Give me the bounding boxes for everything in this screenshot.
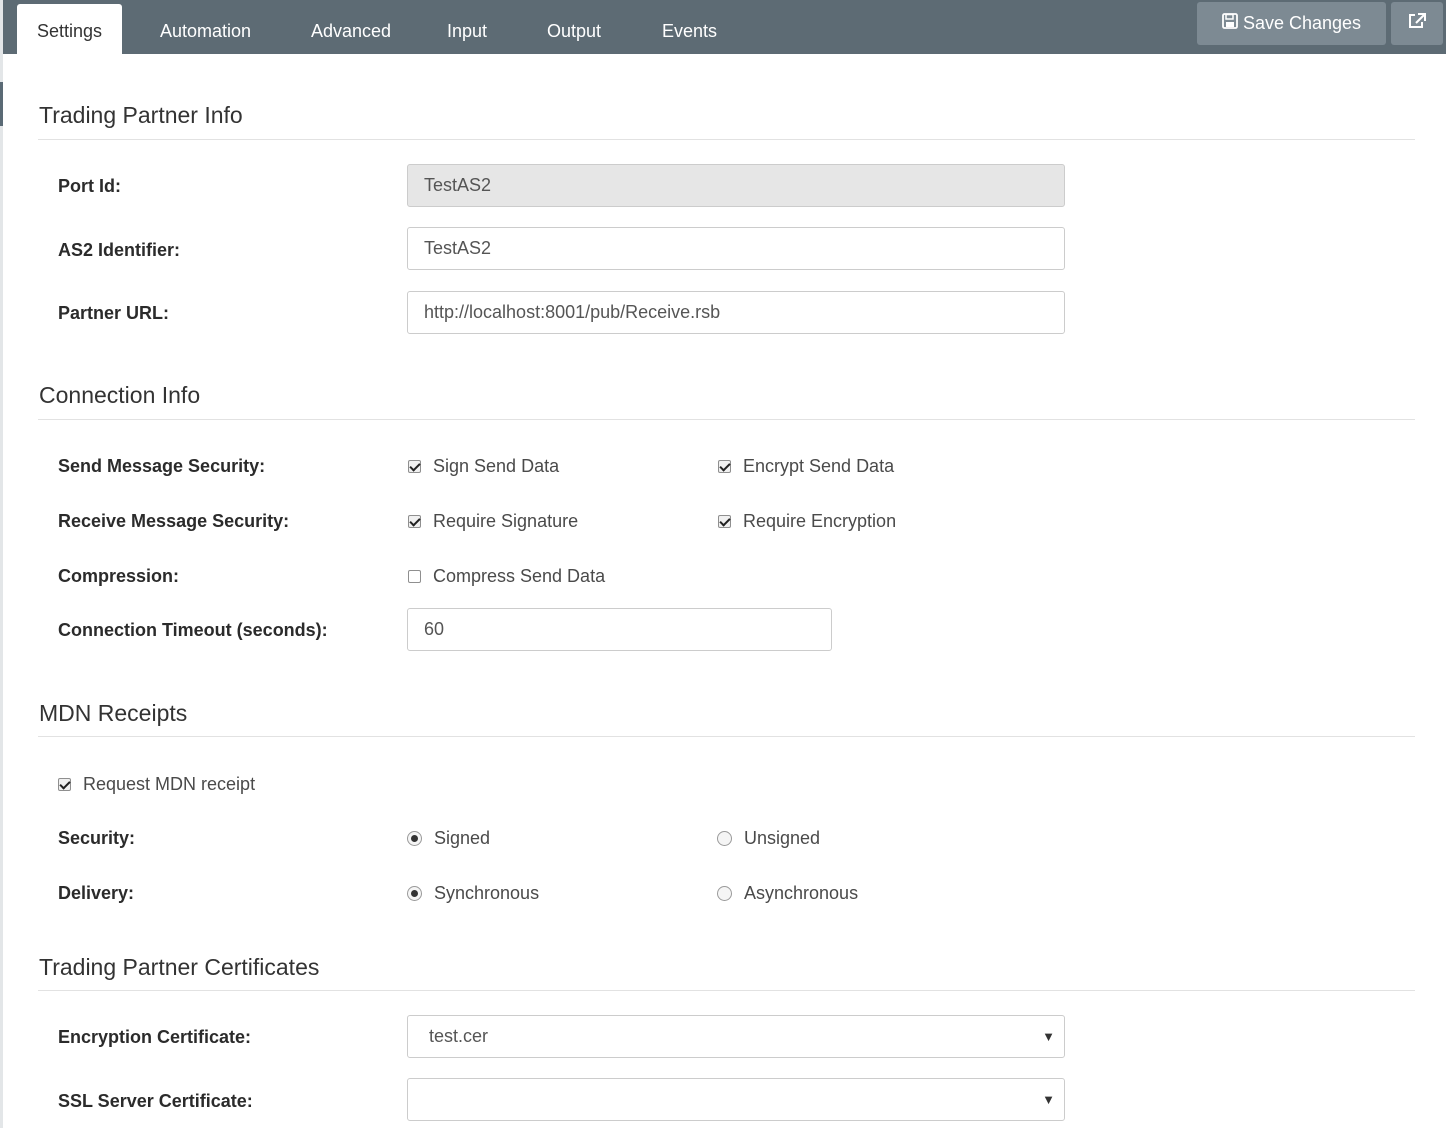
send-message-security-label: Send Message Security: — [58, 456, 266, 476]
ssl-server-certificate-select[interactable]: ▼ — [407, 1078, 1065, 1121]
request-mdn-receipt-label: Request MDN receipt — [83, 774, 256, 794]
section-title-trading-partner-info: Trading Partner Info — [39, 102, 243, 128]
save-changes-label: Save Changes — [1242, 13, 1362, 33]
section-divider — [38, 990, 1415, 991]
sign-send-data-label: Sign Send Data — [433, 456, 560, 476]
dropdown-arrow-icon: ▼ — [1042, 1092, 1055, 1107]
security-unsigned-radio[interactable]: Unsigned — [717, 828, 820, 849]
request-mdn-receipt-checkbox[interactable]: Request MDN receipt — [58, 774, 255, 795]
tab-events[interactable]: Events — [662, 0, 717, 54]
section-title-mdn-receipts: MDN Receipts — [39, 700, 188, 726]
require-signature-label: Require Signature — [433, 511, 579, 531]
checkbox-box[interactable] — [408, 570, 421, 583]
tab-settings[interactable]: Settings — [17, 4, 122, 54]
ssl-server-certificate-label: SSL Server Certificate: — [58, 1091, 253, 1111]
require-encryption-checkbox[interactable]: Require Encryption — [718, 511, 896, 532]
radio-circle[interactable] — [407, 831, 422, 846]
port-id-field[interactable]: TestAS2 — [407, 164, 1065, 207]
encrypt-send-data-checkbox[interactable]: Encrypt Send Data — [718, 456, 894, 477]
security-unsigned-label: Unsigned — [744, 828, 821, 848]
tab-input[interactable]: Input — [447, 0, 487, 54]
tab-advanced[interactable]: Advanced — [311, 0, 391, 54]
partner-url-field[interactable]: http://localhost:8001/pub/Receive.rsb — [407, 291, 1065, 334]
compression-label: Compression: — [58, 566, 180, 586]
radio-circle[interactable] — [407, 886, 422, 901]
checkbox-box[interactable] — [718, 460, 731, 473]
left-panel-edge — [0, 0, 3, 1128]
floppy-disk-icon — [1222, 13, 1238, 34]
checkbox-box[interactable] — [408, 460, 421, 473]
dropdown-arrow-icon: ▼ — [1042, 1029, 1055, 1044]
require-encryption-label: Require Encryption — [743, 511, 897, 531]
tab-automation[interactable]: Automation — [160, 0, 251, 54]
checkbox-box[interactable] — [408, 515, 421, 528]
port-id-label: Port Id: — [58, 176, 121, 196]
left-panel-indicator — [0, 82, 3, 126]
checkbox-box[interactable] — [58, 778, 71, 791]
require-signature-checkbox[interactable]: Require Signature — [408, 511, 578, 532]
section-divider — [38, 139, 1415, 140]
checkbox-box[interactable] — [718, 515, 731, 528]
delivery-synchronous-radio[interactable]: Synchronous — [407, 883, 539, 904]
section-title-connection-info: Connection Info — [39, 382, 201, 408]
section-divider — [38, 736, 1415, 737]
section-divider — [38, 419, 1415, 420]
as2-identifier-field[interactable]: TestAS2 — [407, 227, 1065, 270]
delivery-asynchronous-radio[interactable]: Asynchronous — [717, 883, 858, 904]
receive-message-security-label: Receive Message Security: — [58, 511, 290, 531]
external-link-icon — [1407, 12, 1427, 35]
connection-timeout-field[interactable]: 60 — [407, 608, 832, 651]
encryption-certificate-value: test.cer — [429, 1026, 489, 1046]
save-changes-button[interactable]: Save Changes — [1197, 2, 1386, 45]
encrypt-send-data-label: Encrypt Send Data — [743, 456, 895, 476]
radio-circle[interactable] — [717, 831, 732, 846]
encryption-certificate-select[interactable]: test.cer ▼ — [407, 1015, 1065, 1058]
tab-output[interactable]: Output — [547, 0, 601, 54]
compress-send-data-checkbox[interactable]: Compress Send Data — [408, 566, 605, 587]
as2-identifier-label: AS2 Identifier: — [58, 240, 181, 260]
radio-circle[interactable] — [717, 886, 732, 901]
compress-send-data-label: Compress Send Data — [433, 566, 606, 586]
security-signed-label: Signed — [434, 828, 491, 848]
delivery-synchronous-label: Synchronous — [434, 883, 540, 903]
partner-url-label: Partner URL: — [58, 303, 170, 323]
encryption-certificate-label: Encryption Certificate: — [58, 1027, 252, 1047]
sign-send-data-checkbox[interactable]: Sign Send Data — [408, 456, 559, 477]
mdn-security-label: Security: — [58, 828, 136, 848]
open-external-button[interactable] — [1391, 2, 1443, 45]
delivery-asynchronous-label: Asynchronous — [744, 883, 859, 903]
connection-timeout-label: Connection Timeout (seconds): — [58, 620, 328, 640]
section-title-trading-partner-certificates: Trading Partner Certificates — [39, 954, 320, 980]
security-signed-radio[interactable]: Signed — [407, 828, 490, 849]
mdn-delivery-label: Delivery: — [58, 883, 135, 903]
